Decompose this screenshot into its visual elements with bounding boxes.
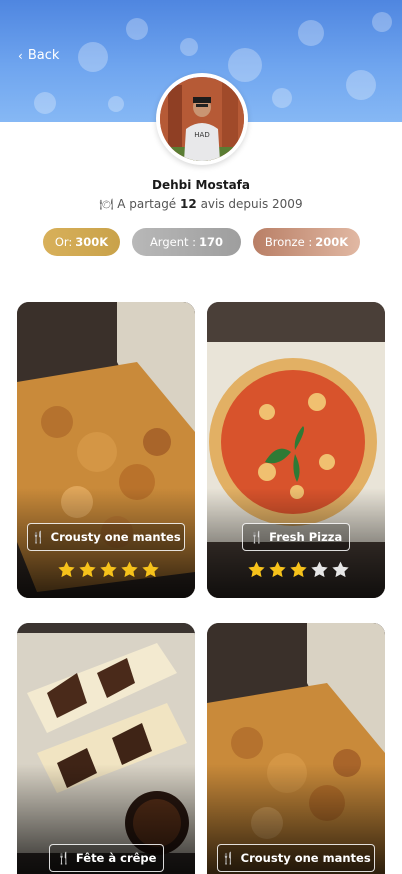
chevron-left-icon: ‹ xyxy=(18,48,23,63)
badge-bronze: Bronze : 200K xyxy=(253,228,360,256)
card-label: 🍴 Fête à crêpe xyxy=(49,844,164,872)
bokeh-light xyxy=(78,42,108,72)
card-label: 🍴 Fresh Pizza xyxy=(242,523,350,551)
badge-silver-value: 170 xyxy=(199,235,224,249)
star-filled-icon xyxy=(248,561,265,578)
star-filled-icon xyxy=(100,561,117,578)
restaurant-name: Fête à crêpe xyxy=(75,851,157,865)
badge-bronze-value: 200K xyxy=(315,235,349,249)
svg-text:HAD: HAD xyxy=(194,131,209,139)
card-label: 🍴 Crousty one mantes xyxy=(217,844,375,872)
star-filled-icon xyxy=(79,561,96,578)
subtitle-prefix: A partagé xyxy=(117,197,177,211)
avatar: HAD xyxy=(156,73,248,165)
restaurant-card[interactable]: 🍴 Fresh Pizza xyxy=(207,302,385,598)
restaurant-card[interactable]: 🍴 Crousty one mantes xyxy=(17,302,195,598)
badge-gold: Or: 300K xyxy=(43,228,120,256)
bokeh-light xyxy=(180,38,198,56)
bokeh-light xyxy=(298,20,324,46)
bokeh-light xyxy=(346,70,376,100)
bokeh-light xyxy=(372,12,392,32)
fork-knife-icon: 🍴 xyxy=(249,530,265,544)
fork-knife-icon: 🍴 xyxy=(31,530,46,544)
badge-gold-label: Or: xyxy=(54,235,73,249)
person-photo-icon: HAD xyxy=(160,77,244,161)
star-filled-icon xyxy=(290,561,307,578)
restaurant-name: Crousty one mantes xyxy=(240,851,371,865)
bokeh-light xyxy=(108,96,124,112)
bokeh-light xyxy=(126,18,148,40)
card-label: 🍴 Crousty one mantes xyxy=(27,523,185,551)
star-filled-icon xyxy=(121,561,138,578)
star-filled-icon xyxy=(58,561,75,578)
star-filled-icon xyxy=(142,561,159,578)
back-button[interactable]: ‹ Back xyxy=(18,48,59,63)
rating-stars xyxy=(247,560,350,579)
cutlery-icon: 🍽 xyxy=(99,198,114,211)
back-label: Back xyxy=(27,48,60,63)
bokeh-light xyxy=(272,88,292,108)
star-filled-icon xyxy=(269,561,286,578)
bokeh-light xyxy=(34,92,56,114)
fork-knife-icon: 🍴 xyxy=(221,851,236,865)
rating-stars xyxy=(57,560,160,579)
restaurant-name: Crousty one mantes xyxy=(50,530,181,544)
reviews-count: 12 xyxy=(180,197,197,211)
star-empty-icon xyxy=(332,561,349,578)
badge-silver: Argent : 170 xyxy=(132,228,241,256)
avatar-photo: HAD xyxy=(160,77,244,161)
fork-knife-icon: 🍴 xyxy=(56,851,71,865)
star-empty-icon xyxy=(311,561,328,578)
badge-bronze-label: Bronze : xyxy=(264,235,313,249)
badge-gold-value: 300K xyxy=(75,235,109,249)
profile-name: Dehbi Mostafa xyxy=(151,178,250,192)
restaurant-name: Fresh Pizza xyxy=(269,530,343,544)
profile-subtitle: 🍽 A partagé 12 avis depuis 2009 xyxy=(0,197,402,211)
restaurant-card[interactable]: 🍴 Crousty one mantes xyxy=(207,623,385,874)
badge-silver-label: Argent : xyxy=(149,235,197,249)
bokeh-light xyxy=(228,48,262,82)
subtitle-suffix: avis depuis 2009 xyxy=(200,197,303,211)
restaurant-card[interactable]: 🍴 Fête à crêpe xyxy=(17,623,195,874)
